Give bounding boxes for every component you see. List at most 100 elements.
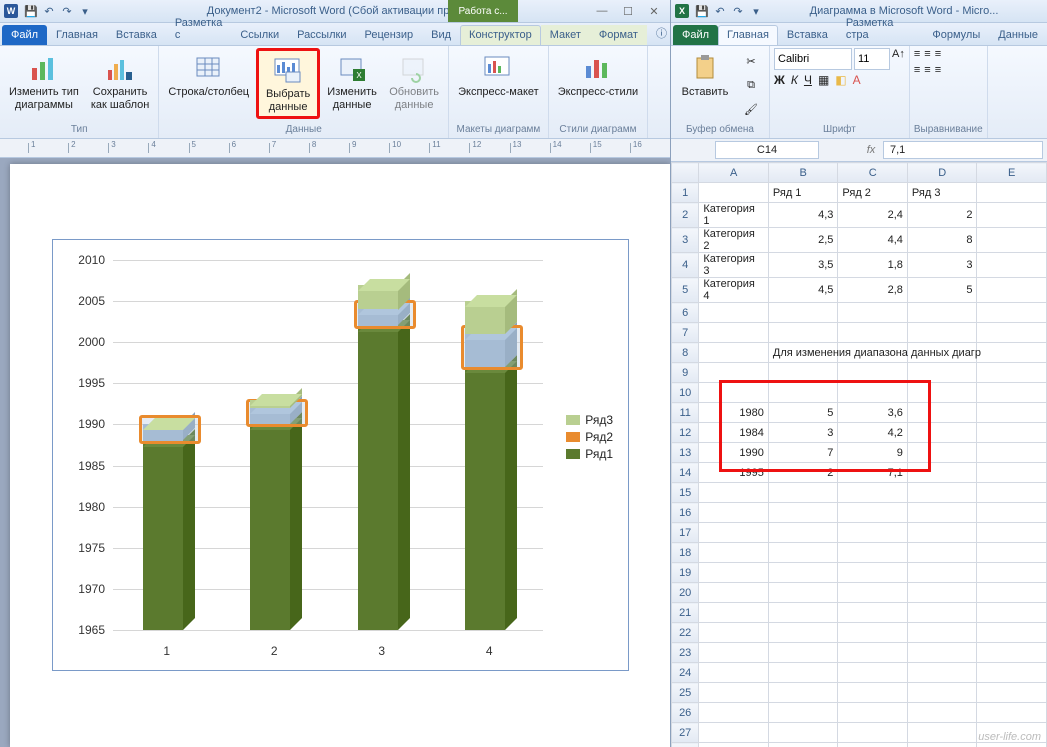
cell[interactable] bbox=[907, 703, 977, 723]
cell[interactable] bbox=[699, 603, 769, 623]
cell[interactable] bbox=[768, 543, 838, 563]
cell[interactable] bbox=[977, 683, 1047, 703]
row-header[interactable]: 20 bbox=[672, 583, 699, 603]
cell[interactable]: 1990 bbox=[699, 443, 769, 463]
cell[interactable]: 4,3 bbox=[768, 203, 838, 228]
save-icon[interactable]: 💾 bbox=[695, 4, 709, 18]
excel-tab-formulas[interactable]: Формулы bbox=[923, 25, 989, 45]
excel-tab-file[interactable]: Файл bbox=[673, 25, 718, 45]
cell[interactable] bbox=[838, 563, 908, 583]
cell[interactable]: Категория 1 bbox=[699, 203, 769, 228]
col-header[interactable]: B bbox=[768, 163, 838, 183]
tab-references[interactable]: Ссылки bbox=[231, 25, 288, 45]
align-middle-icon[interactable]: ≡ bbox=[924, 48, 930, 60]
cell[interactable] bbox=[838, 323, 908, 343]
save-template-button[interactable]: Сохранить как шаблон bbox=[86, 48, 155, 115]
align-right-icon[interactable]: ≡ bbox=[935, 64, 941, 76]
cell[interactable] bbox=[699, 323, 769, 343]
border-icon[interactable]: ▦ bbox=[818, 73, 829, 87]
cell[interactable]: 7 bbox=[768, 443, 838, 463]
cell[interactable] bbox=[907, 583, 977, 603]
cell[interactable] bbox=[907, 723, 977, 743]
cell[interactable] bbox=[977, 563, 1047, 583]
save-icon[interactable]: 💾 bbox=[24, 4, 38, 18]
cell[interactable] bbox=[977, 623, 1047, 643]
cell[interactable]: Категория 2 bbox=[699, 228, 769, 253]
cell[interactable] bbox=[768, 383, 838, 403]
qat-more-icon[interactable]: ▾ bbox=[749, 4, 763, 18]
font-color-icon[interactable]: A bbox=[853, 73, 861, 87]
cell[interactable] bbox=[838, 643, 908, 663]
cell[interactable]: 1980 bbox=[699, 403, 769, 423]
row-header[interactable]: 25 bbox=[672, 683, 699, 703]
row-header[interactable]: 16 bbox=[672, 503, 699, 523]
cell[interactable] bbox=[768, 743, 838, 747]
qat-more-icon[interactable]: ▾ bbox=[78, 4, 92, 18]
bold-button[interactable]: Ж bbox=[774, 73, 785, 87]
cell[interactable] bbox=[977, 663, 1047, 683]
row-header[interactable]: 24 bbox=[672, 663, 699, 683]
row-header[interactable]: 17 bbox=[672, 523, 699, 543]
cell[interactable] bbox=[907, 443, 977, 463]
cell[interactable] bbox=[699, 743, 769, 747]
cell[interactable]: 4,2 bbox=[838, 423, 908, 443]
tab-format[interactable]: Формат bbox=[590, 25, 647, 45]
row-header[interactable]: 5 bbox=[672, 278, 699, 303]
cell[interactable] bbox=[699, 383, 769, 403]
row-header[interactable]: 18 bbox=[672, 543, 699, 563]
excel-tab-home[interactable]: Главная bbox=[718, 25, 778, 45]
cell[interactable] bbox=[838, 683, 908, 703]
cell[interactable]: 4,4 bbox=[838, 228, 908, 253]
cell[interactable] bbox=[977, 503, 1047, 523]
cell[interactable] bbox=[907, 383, 977, 403]
cell[interactable] bbox=[907, 403, 977, 423]
cell[interactable]: 3,5 bbox=[768, 253, 838, 278]
cell[interactable] bbox=[838, 623, 908, 643]
edit-data-button[interactable]: X Изменить данные bbox=[322, 48, 382, 115]
cell[interactable] bbox=[768, 703, 838, 723]
cell[interactable] bbox=[699, 183, 769, 203]
cell[interactable] bbox=[768, 683, 838, 703]
redo-icon[interactable]: ↷ bbox=[60, 4, 74, 18]
cell[interactable] bbox=[699, 623, 769, 643]
cell[interactable] bbox=[907, 683, 977, 703]
cell[interactable] bbox=[907, 563, 977, 583]
express-styles-button[interactable]: Экспресс-стили bbox=[553, 48, 643, 103]
format-painter-icon[interactable]: 🖌 bbox=[739, 98, 763, 120]
cell[interactable] bbox=[977, 253, 1047, 278]
cell[interactable] bbox=[977, 423, 1047, 443]
fx-icon[interactable]: fx bbox=[859, 144, 883, 156]
cell[interactable] bbox=[907, 743, 977, 747]
cell[interactable] bbox=[907, 623, 977, 643]
cell[interactable] bbox=[838, 303, 908, 323]
cell[interactable] bbox=[907, 303, 977, 323]
row-header[interactable]: 19 bbox=[672, 563, 699, 583]
undo-icon[interactable]: ↶ bbox=[42, 4, 56, 18]
tab-design[interactable]: Конструктор bbox=[460, 25, 541, 45]
tab-file[interactable]: Файл bbox=[2, 25, 47, 45]
cell[interactable]: Ряд 2 bbox=[838, 183, 908, 203]
cell[interactable] bbox=[699, 643, 769, 663]
redo-icon[interactable]: ↷ bbox=[731, 4, 745, 18]
cell[interactable] bbox=[838, 503, 908, 523]
tab-chart-layout[interactable]: Макет bbox=[541, 25, 590, 45]
cell[interactable]: Категория 4 bbox=[699, 278, 769, 303]
cell[interactable] bbox=[838, 723, 908, 743]
cell[interactable] bbox=[977, 483, 1047, 503]
row-header[interactable]: 3 bbox=[672, 228, 699, 253]
cell[interactable]: 5 bbox=[907, 278, 977, 303]
cell[interactable] bbox=[907, 643, 977, 663]
tab-mailings[interactable]: Рассылки bbox=[288, 25, 355, 45]
cell[interactable] bbox=[907, 503, 977, 523]
cell[interactable]: Категория 3 bbox=[699, 253, 769, 278]
cell[interactable] bbox=[768, 563, 838, 583]
cell[interactable] bbox=[977, 643, 1047, 663]
cell[interactable] bbox=[768, 523, 838, 543]
cell[interactable]: 1995 bbox=[699, 463, 769, 483]
cell[interactable]: 1,8 bbox=[838, 253, 908, 278]
row-header[interactable]: 6 bbox=[672, 303, 699, 323]
maximize-icon[interactable]: ☐ bbox=[616, 3, 640, 19]
row-header[interactable]: 12 bbox=[672, 423, 699, 443]
cell[interactable] bbox=[838, 743, 908, 747]
cell[interactable] bbox=[907, 463, 977, 483]
